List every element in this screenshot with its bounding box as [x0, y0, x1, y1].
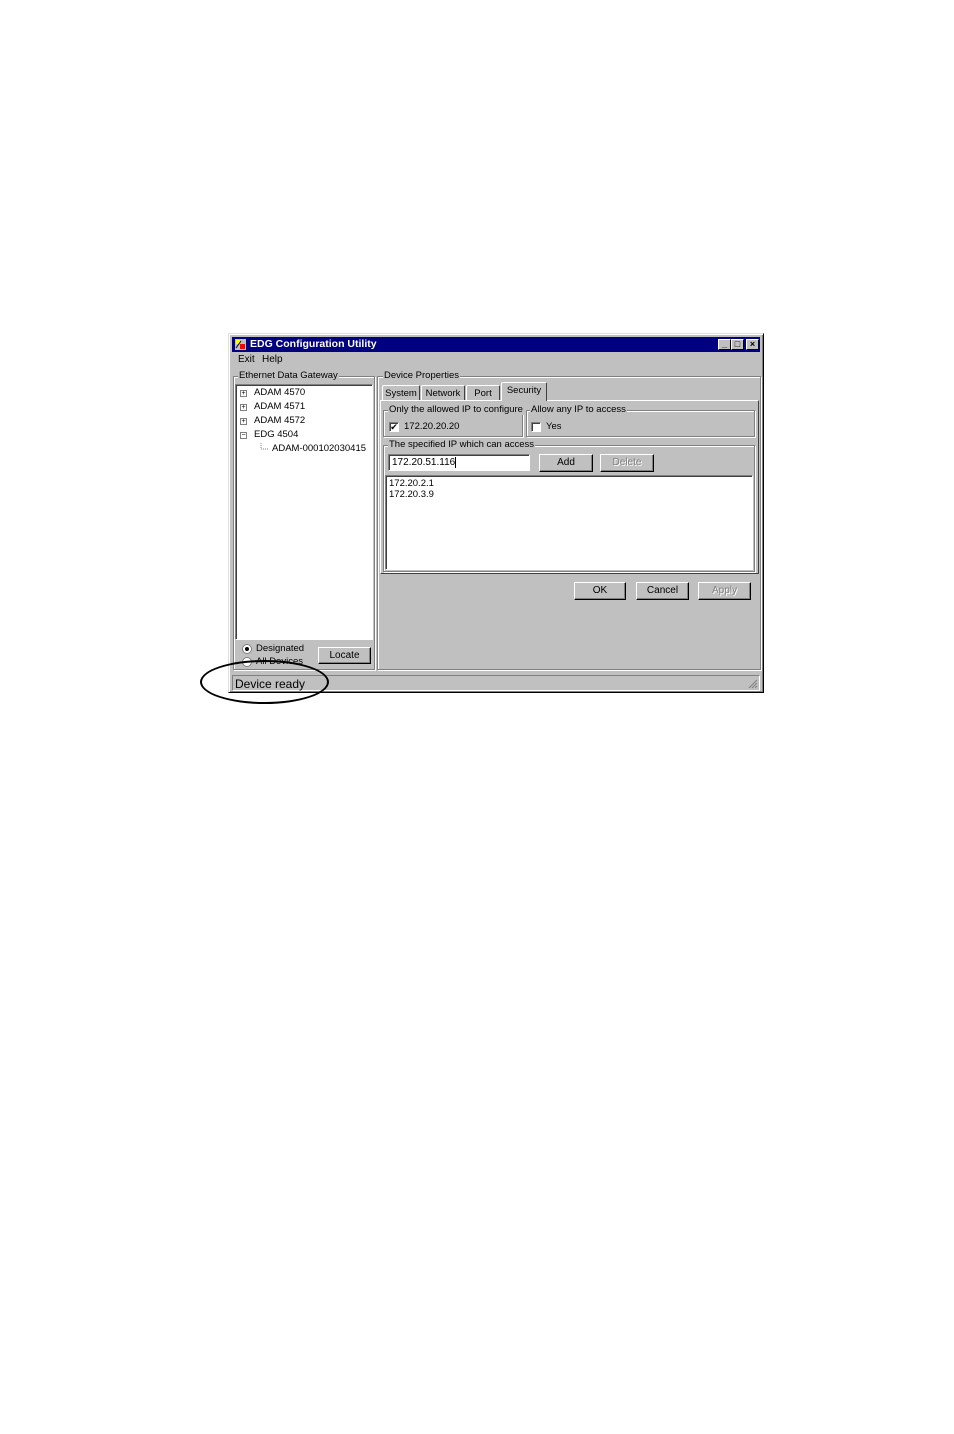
tab-network[interactable]: Network: [421, 385, 465, 400]
expand-icon[interactable]: +: [240, 418, 247, 425]
minimize-icon: _: [721, 339, 727, 349]
tree-connector-icon: [260, 443, 268, 450]
specified-ip-label: The specified IP which can access: [388, 439, 536, 450]
add-button[interactable]: Add: [539, 454, 593, 472]
maximize-button[interactable]: □: [731, 339, 744, 350]
list-item[interactable]: 172.20.2.1: [389, 478, 749, 489]
apply-button[interactable]: Apply: [698, 582, 751, 600]
tree-item-label: ADAM-00010203041​5: [272, 443, 367, 454]
highlight-ellipse: [200, 660, 329, 704]
tab-security[interactable]: Security: [501, 382, 547, 401]
close-button[interactable]: ×: [746, 339, 759, 350]
title-bar[interactable]: EDG Configuration Utility _ □ ×: [232, 337, 760, 352]
locate-button[interactable]: Locate: [318, 647, 371, 664]
only-allowed-ip-label: 172.20.20.20: [404, 421, 460, 432]
resize-grip-icon[interactable]: [747, 678, 758, 689]
collapse-icon[interactable]: −: [240, 432, 247, 439]
radio-designated[interactable]: [242, 644, 252, 654]
tree-item-label: EDG 4504: [254, 429, 299, 440]
only-allowed-checkbox[interactable]: ✔: [389, 422, 399, 432]
list-item[interactable]: 172.20.3.9: [389, 489, 749, 500]
window-title: EDG Configuration Utility: [250, 338, 377, 350]
tab-port[interactable]: Port: [466, 385, 500, 400]
text-cursor: [455, 456, 457, 468]
menu-help[interactable]: Help: [262, 353, 283, 367]
ip-input[interactable]: 172.20.51.116: [388, 454, 530, 471]
close-icon: ×: [749, 339, 756, 349]
allowed-ip-list[interactable]: 172.20.2.1 172.20.3.9: [385, 475, 753, 570]
tree-item-label: ADAM 4570: [254, 387, 306, 398]
radio-designated-label: Designated: [256, 643, 305, 654]
maximize-icon: □: [734, 339, 741, 349]
tree-item-label: ADAM 4571: [254, 401, 306, 412]
tab-system[interactable]: System: [382, 385, 420, 400]
tree-item-label: ADAM 4572: [254, 415, 306, 426]
only-allowed-label: Only the allowed IP to configure: [388, 404, 524, 415]
app-icon: [235, 339, 246, 350]
allow-any-checkbox[interactable]: [531, 422, 541, 432]
device-properties-label: Device Properties: [383, 370, 460, 381]
menu-exit[interactable]: Exit: [238, 353, 255, 367]
check-icon: ✔: [390, 422, 398, 432]
cancel-button[interactable]: Cancel: [636, 582, 689, 600]
ethernet-data-gateway-label: Ethernet Data Gateway: [238, 370, 339, 381]
ip-input-value: 172.20.51.116: [392, 457, 456, 468]
menu-bar: Exit Help: [232, 353, 760, 367]
main-window: EDG Configuration Utility _ □ × Exit Hel…: [228, 333, 764, 693]
device-tree[interactable]: + ADAM 4570 + ADAM 4571 + ADAM 4572 − ED…: [235, 384, 373, 640]
minimize-button[interactable]: _: [718, 339, 731, 350]
allow-any-label: Allow any IP to access: [530, 404, 627, 415]
delete-button[interactable]: Delete: [600, 454, 654, 472]
allow-any-yes-label: Yes: [546, 421, 562, 432]
expand-icon[interactable]: +: [240, 390, 247, 397]
ok-button[interactable]: OK: [574, 582, 626, 600]
expand-icon[interactable]: +: [240, 404, 247, 411]
